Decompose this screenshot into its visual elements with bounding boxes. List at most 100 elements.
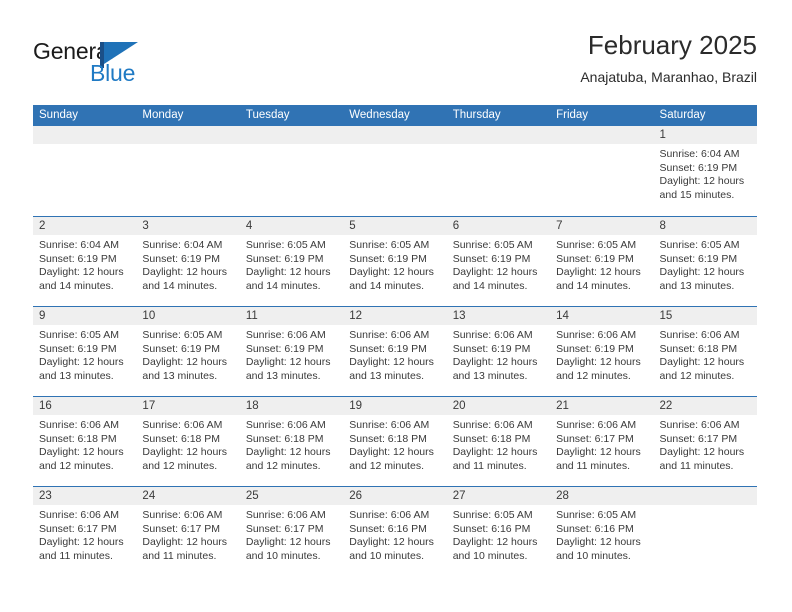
sunset-text: Sunset: 6:19 PM xyxy=(142,252,221,265)
calendar-day-cell[interactable]: 18 Sunrise: 6:06 AM Sunset: 6:18 PM Dayligh… xyxy=(239,397,344,486)
day-details: Sunrise: 6:05 AM Sunset: 6:19 PM Daylight:… xyxy=(447,235,550,293)
daylight-text-line1: Daylight: 12 hours xyxy=(142,356,228,369)
daylight-text-line1: Daylight: 12 hours xyxy=(39,446,124,459)
day-number-band: 3 xyxy=(136,217,240,235)
calendar-day-cell[interactable]: 5 Sunrise: 6:05 AM Sunset: 6:19 PM Daylight… xyxy=(343,217,447,306)
title-block: February 2025 Anajatuba, Maranhao, Brazi… xyxy=(580,28,757,88)
sunset-text: Sunset: 6:17 PM xyxy=(556,432,634,445)
calendar-day-cell[interactable]: 15 Sunrise: 6:06 AM Sunset: 6:18 PM Dayligh… xyxy=(653,307,757,396)
calendar-day-cell[interactable]: 25 Sunrise: 6:06 AM Sunset: 6:17 PM Dayligh… xyxy=(239,487,344,576)
day-number-band xyxy=(550,126,654,144)
day-details: Sunrise: 6:06 AM Sunset: 6:18 PM Daylight:… xyxy=(136,415,239,473)
calendar-day-cell[interactable]: 12 Sunrise: 6:06 AM Sunset: 6:19 PM Dayligh… xyxy=(343,307,447,396)
day-number: 1 xyxy=(659,129,666,141)
day-number-band: 26 xyxy=(343,487,447,505)
day-details: Sunrise: 6:06 AM Sunset: 6:17 PM Daylight:… xyxy=(240,505,343,563)
calendar-day-cell[interactable]: 1 Sunrise: 6:04 AM Sunset: 6:19 PM Daylight… xyxy=(653,126,757,216)
daylight-text-line2: and 13 minutes. xyxy=(452,369,528,382)
daylight-text-line2: and 11 minutes. xyxy=(39,549,113,562)
sunset-text: Sunset: 6:19 PM xyxy=(659,252,738,265)
calendar-day-cell[interactable]: 7 Sunrise: 6:05 AM Sunset: 6:19 PM Daylight… xyxy=(550,217,654,306)
day-number-band: 1 xyxy=(653,126,757,144)
sunrise-text: Sunrise: 6:06 AM xyxy=(452,419,533,431)
day-number-band: 24 xyxy=(136,487,240,505)
day-of-week-header-tuesday: Tuesday xyxy=(245,109,290,121)
calendar-day-cell[interactable]: 9 Sunrise: 6:05 AM Sunset: 6:19 PM Daylight… xyxy=(33,307,137,396)
daylight-text-line2: and 10 minutes. xyxy=(452,549,528,562)
sunrise-text: Sunrise: 6:06 AM xyxy=(349,329,430,341)
calendar-day-cell[interactable]: 23 Sunrise: 6:06 AM Sunset: 6:17 PM Dayligh… xyxy=(33,487,137,576)
daylight-text-line1: Daylight: 12 hours xyxy=(349,536,434,549)
calendar-day-cell[interactable]: 19 Sunrise: 6:06 AM Sunset: 6:18 PM Dayligh… xyxy=(343,397,447,486)
calendar-day-cell[interactable]: 16 Sunrise: 6:06 AM Sunset: 6:18 PM Dayligh… xyxy=(33,397,137,486)
day-number: 2 xyxy=(39,220,46,232)
calendar-day-cell-empty xyxy=(653,487,757,576)
calendar-day-cell[interactable]: 22 Sunrise: 6:06 AM Sunset: 6:17 PM Dayligh… xyxy=(653,397,757,486)
sunrise-text: Sunrise: 6:06 AM xyxy=(452,329,533,341)
daylight-text-line1: Daylight: 12 hours xyxy=(556,536,641,549)
sunrise-text: Sunrise: 6:04 AM xyxy=(39,239,119,251)
day-number-band: 5 xyxy=(343,217,447,235)
calendar-day-cell[interactable]: 27 Sunrise: 6:05 AM Sunset: 6:16 PM Dayligh… xyxy=(446,487,551,576)
day-number: 11 xyxy=(245,310,258,322)
sunrise-text: Sunrise: 6:05 AM xyxy=(452,509,533,521)
sunrise-text: Sunrise: 6:05 AM xyxy=(142,329,223,341)
brand-logo[interactable]: General Blue xyxy=(33,38,253,90)
calendar-grid: Sunday Monday Tuesday Wednesday Thursday Frid… xyxy=(33,105,757,576)
calendar-day-cell[interactable]: 20 Sunrise: 6:06 AM Sunset: 6:18 PM Dayligh… xyxy=(446,397,551,486)
sunrise-text: Sunrise: 6:06 AM xyxy=(245,329,326,341)
calendar-day-cell[interactable]: 24 Sunrise: 6:06 AM Sunset: 6:17 PM Dayligh… xyxy=(136,487,240,576)
sunrise-text: Sunrise: 6:05 AM xyxy=(556,509,637,521)
sunset-text: Sunset: 6:19 PM xyxy=(245,252,324,265)
calendar-day-cell[interactable]: 10 Sunrise: 6:05 AM Sunset: 6:19 PM Dayligh… xyxy=(136,307,240,396)
calendar-day-cell[interactable]: 13 Sunrise: 6:06 AM Sunset: 6:19 PM Dayligh… xyxy=(446,307,551,396)
day-number: 27 xyxy=(452,490,466,502)
day-number-band: 18 xyxy=(239,397,344,415)
calendar-day-cell[interactable]: 28 Sunrise: 6:05 AM Sunset: 6:16 PM Dayligh… xyxy=(550,487,654,576)
day-number-band xyxy=(446,126,551,144)
sunrise-text: Sunrise: 6:06 AM xyxy=(142,419,223,431)
calendar-day-cell[interactable]: 11 Sunrise: 6:06 AM Sunset: 6:19 PM Dayligh… xyxy=(239,307,344,396)
calendar-day-cell[interactable]: 26 Sunrise: 6:06 AM Sunset: 6:16 PM Dayligh… xyxy=(343,487,447,576)
sunrise-text: Sunrise: 6:06 AM xyxy=(659,419,740,431)
day-number: 5 xyxy=(349,220,356,232)
daylight-text-line2: and 13 minutes. xyxy=(142,369,218,382)
day-details: Sunrise: 6:06 AM Sunset: 6:18 PM Daylight:… xyxy=(33,415,136,473)
daylight-text-line1: Daylight: 12 hours xyxy=(659,266,745,279)
day-number-band: 13 xyxy=(446,307,551,325)
calendar-day-cell[interactable]: 21 Sunrise: 6:06 AM Sunset: 6:17 PM Dayligh… xyxy=(550,397,654,486)
calendar-day-cell[interactable]: 14 Sunrise: 6:06 AM Sunset: 6:19 PM Dayligh… xyxy=(550,307,654,396)
day-details: Sunrise: 6:05 AM Sunset: 6:19 PM Daylight:… xyxy=(136,325,239,383)
calendar-day-cell[interactable]: 2 Sunrise: 6:04 AM Sunset: 6:19 PM Daylight… xyxy=(33,217,137,306)
daylight-text-line2: and 10 minutes. xyxy=(349,549,424,562)
daylight-text-line1: Daylight: 12 hours xyxy=(659,356,745,369)
day-details: Sunrise: 6:06 AM Sunset: 6:17 PM Daylight:… xyxy=(550,415,653,473)
sunset-text: Sunset: 6:19 PM xyxy=(659,161,738,174)
day-number: 18 xyxy=(245,400,259,412)
day-details: Sunrise: 6:06 AM Sunset: 6:17 PM Daylight:… xyxy=(136,505,239,563)
daylight-text-line2: and 11 minutes. xyxy=(452,459,527,472)
day-of-week-header-saturday: Saturday xyxy=(659,109,706,121)
sunset-text: Sunset: 6:18 PM xyxy=(349,432,427,445)
calendar-day-cell[interactable]: 4 Sunrise: 6:05 AM Sunset: 6:19 PM Daylight… xyxy=(239,217,344,306)
calendar-day-cell[interactable]: 8 Sunrise: 6:05 AM Sunset: 6:19 PM Daylight… xyxy=(653,217,757,306)
daylight-text-line2: and 15 minutes. xyxy=(659,188,735,201)
calendar-day-cell[interactable]: 3 Sunrise: 6:04 AM Sunset: 6:19 PM Daylight… xyxy=(136,217,240,306)
day-number-band: 28 xyxy=(550,487,654,505)
calendar-day-cell[interactable]: 6 Sunrise: 6:05 AM Sunset: 6:19 PM Daylight… xyxy=(446,217,551,306)
day-number-band xyxy=(343,126,447,144)
day-details: Sunrise: 6:06 AM Sunset: 6:18 PM Daylight:… xyxy=(343,415,446,473)
sunset-text: Sunset: 6:16 PM xyxy=(349,522,427,535)
day-details: Sunrise: 6:05 AM Sunset: 6:19 PM Daylight:… xyxy=(654,235,757,293)
daylight-text-line2: and 11 minutes. xyxy=(556,459,631,472)
daylight-text-line1: Daylight: 12 hours xyxy=(142,266,228,279)
day-number-band: 11 xyxy=(239,307,344,325)
calendar-day-cell[interactable]: 17 Sunrise: 6:06 AM Sunset: 6:18 PM Dayligh… xyxy=(136,397,240,486)
daylight-text-line1: Daylight: 12 hours xyxy=(39,266,124,279)
day-details: Sunrise: 6:06 AM Sunset: 6:17 PM Daylight:… xyxy=(33,505,136,563)
day-number-band: 16 xyxy=(33,397,137,415)
daylight-text-line1: Daylight: 12 hours xyxy=(245,446,331,459)
sunset-text: Sunset: 6:17 PM xyxy=(659,432,738,445)
sunset-text: Sunset: 6:16 PM xyxy=(556,522,634,535)
day-number-band: 15 xyxy=(653,307,757,325)
